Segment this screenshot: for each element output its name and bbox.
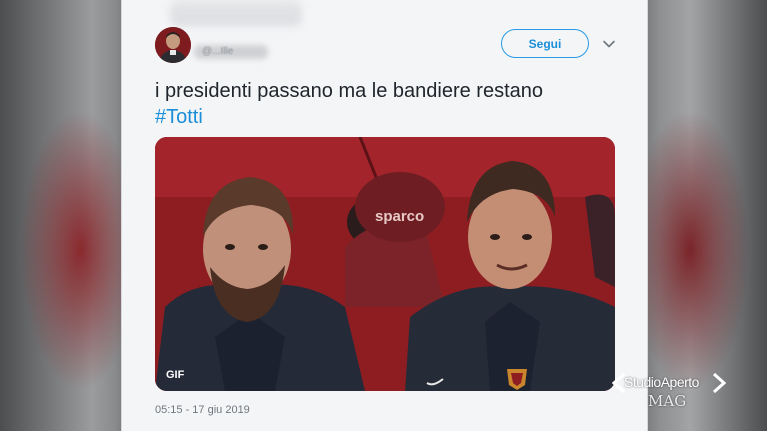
tweet-timestamp[interactable]: 05:15 - 17 giu 2019 (155, 404, 250, 416)
follow-button[interactable]: Segui (501, 29, 589, 58)
logo-arrow-right-icon (712, 372, 726, 394)
watermark-line1: StudioAperto (624, 374, 699, 390)
avatar-image (155, 27, 191, 63)
chevron-down-icon[interactable] (602, 37, 616, 51)
channel-watermark: StudioAperto MAG (612, 368, 732, 414)
watermark-line2: MAG (648, 392, 687, 410)
tweet-media-gif[interactable]: sparco GIF (155, 137, 615, 391)
jersey-sponsor-text: sparco (375, 208, 424, 225)
avatar[interactable] (155, 27, 191, 63)
gif-badge: GIF (166, 369, 185, 381)
hashtag-link[interactable]: #Totti (155, 104, 203, 130)
gif-frame: sparco (155, 137, 615, 391)
tweet-text: i presidenti passano ma le bandiere rest… (155, 80, 544, 102)
user-handle[interactable]: @...Ille (202, 46, 233, 57)
tweet-card: @...Ille Segui i presidenti passano ma l… (121, 0, 648, 431)
blurred-display-name (170, 0, 302, 26)
